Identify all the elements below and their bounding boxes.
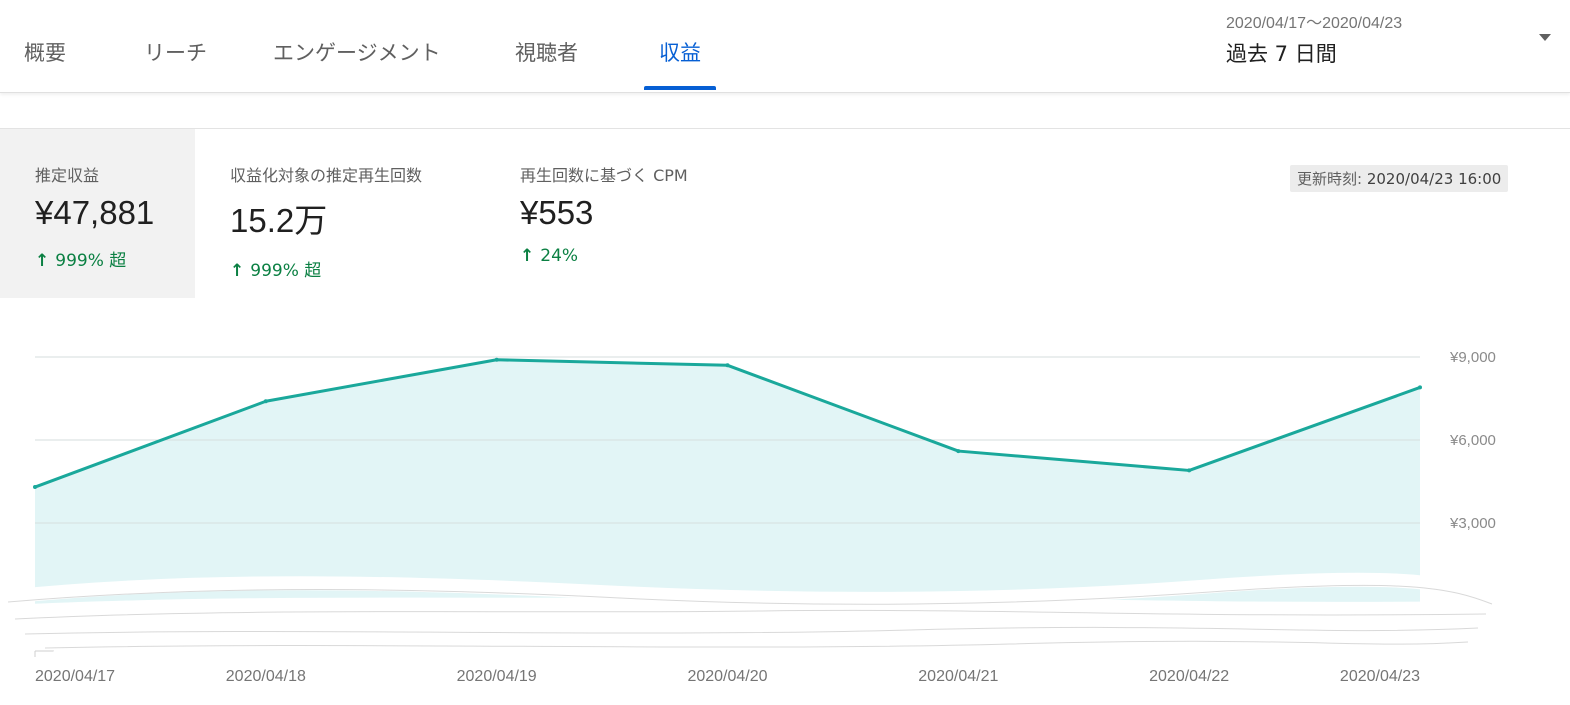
data-point[interactable] xyxy=(956,449,961,454)
period-selector[interactable]: 過去 7 日間 xyxy=(1226,38,1337,68)
y-tick-label: ¥6,000 xyxy=(1449,432,1496,449)
chart-area-fill xyxy=(35,359,1420,606)
metric-change-value: 999% 超 xyxy=(250,261,322,281)
metric-card-estimated-revenue[interactable]: 推定収益 ¥47,881 ↑ 999% 超 xyxy=(0,129,195,298)
chevron-down-icon[interactable] xyxy=(1539,34,1551,41)
tab-revenue[interactable]: 収益 xyxy=(644,38,716,90)
top-navigation: 概要 リーチ エンゲージメント 視聴者 収益 2020/04/17～2020/0… xyxy=(0,0,1570,93)
metric-change: ↑ 999% 超 xyxy=(230,256,485,281)
data-point[interactable] xyxy=(1187,468,1192,473)
y-tick-label: ¥3,000 xyxy=(1449,515,1496,532)
redaction-scribble xyxy=(0,572,1502,662)
arrow-up-icon: ↑ xyxy=(35,251,50,271)
data-point[interactable] xyxy=(494,357,499,362)
metric-label: 再生回数に基づく CPM xyxy=(520,166,688,185)
arrow-up-icon: ↑ xyxy=(520,246,535,266)
metric-card-monetized-playbacks[interactable]: 収益化対象の推定再生回数 15.2万 ↑ 999% 超 xyxy=(195,129,485,298)
metric-card-playback-cpm[interactable]: 再生回数に基づく CPM ¥553 ↑ 24% xyxy=(485,129,775,298)
tab-audience[interactable]: 視聴者 xyxy=(501,38,592,90)
y-tick-label: ¥9,000 xyxy=(1449,349,1496,366)
metric-label: 収益化対象の推定再生回数 xyxy=(230,166,423,185)
metric-change-value: 999% 超 xyxy=(55,251,127,271)
metric-cards: 推定収益 ¥47,881 ↑ 999% 超 収益化対象の推定再生回数 15.2万 … xyxy=(0,128,1570,299)
metric-value: 15.2万 xyxy=(230,202,328,239)
tab-engagement[interactable]: エンゲージメント xyxy=(259,38,455,90)
data-point[interactable] xyxy=(1418,385,1422,390)
metric-label: 推定収益 xyxy=(35,166,100,185)
data-point[interactable] xyxy=(263,399,268,404)
metric-change-value: 24% xyxy=(540,246,579,266)
date-range-text: 2020/04/17～2020/04/23 xyxy=(1226,15,1403,32)
metric-change: ↑ 999% 超 xyxy=(35,246,195,271)
data-point[interactable] xyxy=(33,485,37,490)
update-time: 2020/04/23 16:00 xyxy=(1366,170,1502,188)
arrow-up-icon: ↑ xyxy=(230,261,245,281)
data-point[interactable] xyxy=(725,363,730,368)
update-time-badge: 更新時刻: 2020/04/23 16:00 xyxy=(1290,165,1509,192)
tab-reach[interactable]: リーチ xyxy=(130,38,221,90)
metric-value: ¥553 xyxy=(520,194,594,231)
metric-value: ¥47,881 xyxy=(35,194,155,231)
metric-change: ↑ 24% xyxy=(520,246,775,266)
update-label: 更新時刻: xyxy=(1297,170,1363,188)
tab-overview[interactable]: 概要 xyxy=(10,38,80,90)
